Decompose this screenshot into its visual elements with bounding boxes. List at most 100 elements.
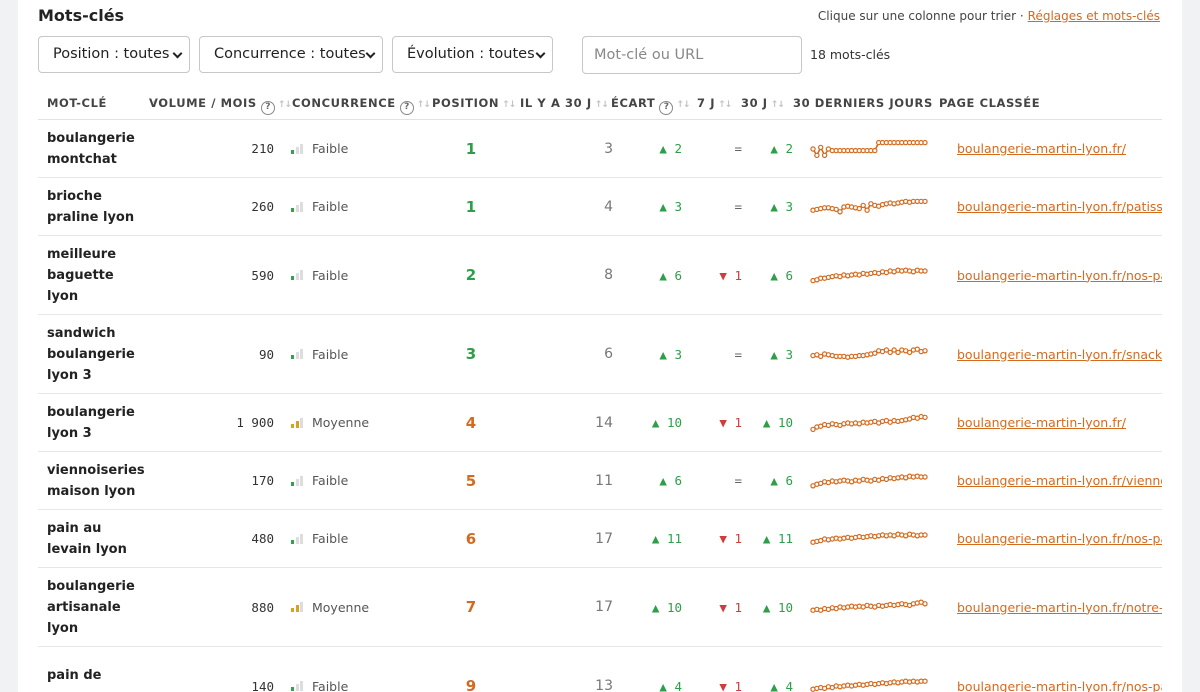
chevron-down-icon (172, 48, 183, 59)
competition-label: Faible (312, 346, 349, 362)
change-30-days-cell: ▲ 4 (770, 678, 793, 692)
table-row[interactable]: boulangerie lyon 3 1 900 Moyenne 4 14 ▲ 10 ▼ 1… (38, 394, 1162, 452)
volume-cell: 1 900 (236, 415, 274, 430)
sparkline-cell (809, 178, 929, 235)
sparkline-chart (810, 599, 928, 613)
col-30-days[interactable]: 30 J ↑↓ (741, 96, 785, 110)
col-diff[interactable]: ÉCART? ↑↓ (611, 96, 690, 115)
ranked-page-link[interactable]: boulangerie-martin-lyon.fr/snacking (957, 347, 1162, 362)
col-position[interactable]: POSITION ↑↓ (432, 96, 516, 110)
sparkline-point (837, 208, 843, 214)
competition-cell: Faible (291, 178, 348, 235)
sparkline-point (922, 268, 928, 274)
help-icon[interactable]: ? (659, 101, 674, 115)
sparkline-chart (810, 472, 928, 488)
card-header: Mots-clés Clique sur une colonne pour tr… (38, 6, 1162, 28)
ranked-page-link[interactable]: boulangerie-martin-lyon.fr/ (957, 141, 1126, 156)
sparkline-cell (809, 510, 929, 567)
help-icon[interactable]: ? (260, 101, 275, 115)
table-row[interactable]: boulangerie artisanale lyon 880 Moyenne 7 17… (38, 568, 1162, 647)
position-cell: 7 (465, 598, 477, 616)
competition-filter-select[interactable]: Concurrence : toutes (199, 36, 383, 73)
ranked-page-cell: boulangerie-martin-lyon.fr/viennoiseries (957, 452, 1162, 509)
table-row[interactable]: brioche praline lyon 260 Faible 1 4 ▲ 3 = ▲ 3 bo… (38, 178, 1162, 236)
sparkline-point (922, 139, 928, 145)
table-header: MOT-CLÉ ↑↓ VOLUME / MOIS? ↑↓ CONCURRENCE? ↑… (38, 86, 1162, 120)
competition-level-icon (291, 681, 303, 691)
volume-cell: 480 (251, 531, 274, 546)
evolution-filter-select[interactable]: Évolution : toutes (392, 36, 553, 73)
position-30-days-ago-cell: 17 (595, 599, 613, 615)
ranked-page-cell: boulangerie-martin-lyon.fr/notre-boulang… (957, 568, 1162, 646)
change-7-days-cell: = (734, 346, 742, 362)
competition-label: Faible (312, 678, 349, 692)
position-30-days-ago-cell: 6 (604, 346, 613, 362)
sparkline-point (872, 147, 878, 153)
keywords-card: Mots-clés Clique sur une colonne pour tr… (18, 0, 1182, 692)
competition-level-icon (291, 533, 303, 544)
competition-level-icon (291, 417, 303, 428)
keyword-search-input[interactable]: Mot-clé ou URL (582, 36, 802, 74)
table-row[interactable]: pain de campagne 140 Faible 9 13 ▲ 4 ▼ 1 ▲ 4 bou… (38, 647, 1162, 692)
sparkline-chart (810, 267, 928, 284)
change-30-days-cell: ▲ 3 (770, 346, 793, 362)
table-row[interactable]: pain au levain lyon 480 Faible 6 17 ▲ 11 ▼ 1 ▲ … (38, 510, 1162, 568)
change-30-days-cell: ▲ 2 (770, 141, 793, 156)
table-row[interactable]: viennoiseries maison lyon 170 Faible 5 11 ▲ 6… (38, 452, 1162, 510)
change-7-days-cell: ▼ 1 (719, 599, 742, 615)
table-row[interactable]: sandwich boulangerie lyon 3 90 Faible 3 6 ▲ 3… (38, 315, 1162, 394)
ranked-page-link[interactable]: boulangerie-martin-lyon.fr/viennoiseries (957, 473, 1162, 488)
position-cell: 4 (465, 413, 477, 432)
sparkline-point (821, 152, 828, 158)
settings-link[interactable]: Réglages et mots-clés (1028, 9, 1160, 23)
diff-cell: ▲ 6 (659, 473, 682, 488)
volume-cell: 210 (251, 141, 274, 156)
position-30-days-ago-cell: 3 (604, 140, 613, 157)
change-7-days-cell: ▼ 1 (719, 415, 742, 430)
position-cell: 1 (465, 139, 477, 158)
col-keyword[interactable]: MOT-CLÉ ↑↓ (47, 96, 165, 110)
competition-cell: Faible (291, 510, 348, 567)
ranked-page-link[interactable]: boulangerie-martin-lyon.fr/ (957, 415, 1126, 430)
change-7-days-cell: ▼ 1 (719, 267, 742, 283)
keyword-cell: meilleure baguette lyon (47, 246, 117, 304)
ranked-page-link[interactable]: boulangerie-martin-lyon.fr/nos-pains (957, 679, 1162, 692)
diff-cell: ▲ 10 (651, 599, 682, 615)
change-30-days-cell: ▲ 10 (762, 415, 793, 430)
sparkline-chart (810, 198, 928, 214)
keyword-cell: sandwich boulangerie lyon 3 (47, 325, 135, 383)
position-cell: 6 (465, 529, 477, 548)
col-30-days-ago[interactable]: IL Y A 30 J ↑↓ (520, 96, 609, 110)
sparkline-chart (810, 139, 928, 158)
sparkline-chart (810, 346, 928, 360)
change-7-days-cell: = (734, 141, 742, 156)
table-row[interactable]: meilleure baguette lyon 590 Faible 2 8 ▲ 6 ▼ 1… (38, 236, 1162, 315)
sparkline-point (922, 473, 928, 480)
change-30-days-cell: ▲ 11 (762, 531, 793, 546)
position-filter-select[interactable]: Position : toutes (38, 36, 190, 73)
sparkline-cell (809, 394, 929, 451)
col-volume[interactable]: VOLUME / MOIS? ↑↓ (149, 96, 292, 115)
col-7-days[interactable]: 7 J ↑↓ (697, 96, 732, 110)
ranked-page-link[interactable]: boulangerie-martin-lyon.fr/notre-boulang… (957, 600, 1162, 615)
sort-hint: Clique sur une colonne pour trier · Régla… (818, 9, 1160, 23)
ranked-page-link[interactable]: boulangerie-martin-lyon.fr/patisseries/ (957, 199, 1162, 214)
ranked-page-link[interactable]: boulangerie-martin-lyon.fr/nos-pains (957, 268, 1162, 283)
diff-cell: ▲ 4 (659, 678, 682, 692)
keyword-count: 18 mots-clés (810, 47, 891, 62)
keyword-cell: brioche praline lyon (47, 188, 135, 225)
chevron-down-icon (535, 48, 546, 59)
col-competition[interactable]: CONCURRENCE? ↑↓ (292, 96, 431, 115)
help-icon[interactable]: ? (399, 101, 414, 115)
competition-cell: Moyenne (291, 394, 369, 451)
keyword-cell: boulangerie montchat (47, 130, 135, 167)
ranked-page-link[interactable]: boulangerie-martin-lyon.fr/nos-pains/lev… (957, 531, 1162, 546)
change-7-days-cell: = (734, 473, 742, 488)
change-30-days-cell: ▲ 10 (762, 599, 793, 615)
ranked-page-cell: boulangerie-martin-lyon.fr/patisseries/ (957, 178, 1162, 235)
table-row[interactable]: boulangerie montchat 210 Faible 1 3 ▲ 2 = ▲ 2 bo… (38, 120, 1162, 178)
change-7-days-cell: ▼ 1 (719, 531, 742, 546)
change-30-days-cell: ▲ 6 (770, 267, 793, 283)
competition-label: Moyenne (312, 415, 370, 430)
sparkline-point (922, 678, 928, 684)
